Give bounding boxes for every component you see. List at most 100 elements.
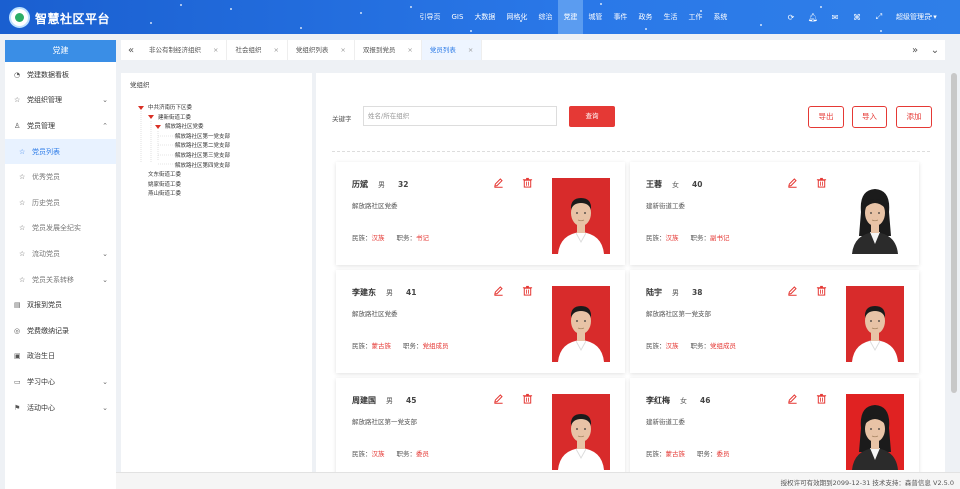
member-photo [846,178,904,254]
org-tree-node[interactable]: 燕山街道工委 [148,189,181,197]
close-icon[interactable]: × [340,46,345,54]
nav-item[interactable]: 引导页 [414,0,446,34]
chevron-down-icon: ⌄ [102,403,108,412]
org-tree-node[interactable]: 中共济南历下区委 [138,103,192,111]
edit-icon[interactable] [787,285,798,296]
close-icon[interactable]: × [468,46,473,54]
org-tree-node[interactable]: 解放路社区第四党支部 [175,161,230,169]
delete-icon[interactable] [816,285,827,296]
org-tree-node[interactable]: 建新街道工委 [148,113,191,121]
sidebar-item[interactable]: ♙ 党员管理 ⌃ [5,113,116,139]
org-tree-node[interactable]: 解放路社区第一党支部 [175,132,230,140]
nav-item[interactable]: 政务 [633,0,658,34]
sidebar: 党建 ◔ 党建数据看板 ☆ 党组织管理 ⌄ ♙ 党员管理 ⌃ ☆ 党员列表 ☆ 优秀党员 ☆ 历史党员 ☆ 党… [5,40,116,489]
edit-icon[interactable] [493,393,504,404]
tab[interactable]: 非公有制经济组织 × [141,40,228,60]
export-button[interactable]: 导出 [808,106,844,128]
member-org: 解放路社区第一党支部 [352,418,417,426]
member-org: 建新街道工委 [646,202,685,210]
member-ethnicity: 汉族 [665,342,679,350]
edit-icon[interactable] [787,177,798,188]
nav-item[interactable]: 网格化 [501,0,533,34]
delete-icon[interactable] [522,285,533,296]
chat-icon[interactable]: ✉ [827,0,843,34]
member-card[interactable]: 王蓉 女 40 建新街道工委 民族：汉族 职务：副书记 [630,162,919,265]
close-icon[interactable]: × [213,46,218,54]
chevron-down-icon: ⌄ [102,275,108,284]
fullscreen-icon[interactable]: ⤢ [871,0,887,34]
sidebar-item[interactable]: ◔ 党建数据看板 [5,62,116,88]
tab[interactable]: 党员列表 × [421,40,483,60]
refresh-icon[interactable]: ⟳ [783,0,799,34]
org-tree-node-label: 解放路社区党委 [165,124,204,131]
sidebar-item[interactable]: ▤ 双报到党员 [5,292,116,318]
bell-icon[interactable]: 🔔︎ [805,0,821,34]
sidebar-item[interactable]: ☆ 党组织管理 ⌄ [5,88,116,114]
caret-down-icon[interactable] [148,115,154,120]
close-icon[interactable]: × [407,46,412,54]
app-logo[interactable] [9,7,30,28]
nav-item[interactable]: 生活 [658,0,683,34]
tab[interactable]: 党组织列表 × [288,40,355,60]
page-scrollbar[interactable] [951,73,957,393]
sidebar-item-label: 党员管理 [27,121,55,130]
member-age: 40 [692,180,703,189]
member-card[interactable]: 陆宇 男 38 解放路社区第一党支部 民族：汉族 职务：党组成员 [630,270,919,373]
delete-icon[interactable] [816,177,827,188]
sidebar-item[interactable]: ◎ 党费缴纳记录 [5,318,116,344]
caret-down-icon[interactable] [138,105,144,110]
org-tree-node[interactable]: 解放路社区党委 [155,122,204,130]
member-card[interactable]: 历斌 男 32 解放路社区党委 民族：汉族 职务：书记 [336,162,625,265]
org-tree-panel: 党组织 中共济南历下区委 建新街道工委 解放路社区党委 解放路社区第一党支部 解放路社区… [121,73,312,484]
add-button[interactable]: 添加 [896,106,932,128]
caret-down-icon[interactable] [155,124,161,129]
member-card[interactable]: 周建国 男 45 解放路社区第一党支部 民族：汉族 职务：委员 [336,378,625,481]
sidebar-item[interactable]: ☆ 党员列表 [5,138,116,165]
delete-icon[interactable] [816,393,827,404]
edit-icon[interactable] [493,285,504,296]
nav-item[interactable]: 工作 [683,0,708,34]
nav-item[interactable]: 党建 [557,0,583,34]
sidebar-item[interactable]: ☆ 优秀党员 [5,164,116,190]
sidebar-item[interactable]: ☆ 党员发展全纪实 [5,216,116,242]
nav-item[interactable]: GIS [446,0,469,34]
close-icon[interactable]: × [273,46,278,54]
user-name: 超级管理员 [896,13,931,21]
edit-icon[interactable] [787,393,798,404]
org-tree-node[interactable]: 文东街道工委 [148,170,181,178]
user-menu[interactable]: 超级管理员 ▾ [896,12,937,22]
member-photo [846,286,904,362]
org-tree-node-label: 文东街道工委 [148,172,182,179]
member-card[interactable]: 李红梅 女 46 建新街道工委 民族：蒙古族 职务：委员 [630,378,919,481]
edit-icon[interactable] [493,177,504,188]
sidebar-item[interactable]: ▣ 政治生日 [5,344,116,370]
nav-item[interactable]: 系统 [708,0,733,34]
sidebar-item[interactable]: ☆ 党员关系转移 ⌄ [5,267,116,293]
tab[interactable]: 双报到党员 × [355,40,422,60]
sidebar-item[interactable]: ☆ 历史党员 [5,190,116,216]
delete-icon[interactable] [522,177,533,188]
nav-item[interactable]: 综治 [533,0,558,34]
delete-icon[interactable] [522,393,533,404]
sidebar-item-label: 党组织管理 [27,96,62,105]
sidebar-item[interactable]: ⚑ 活动中心 ⌄ [5,395,116,421]
query-button[interactable]: 查询 [569,106,615,127]
nav-item[interactable]: 城管 [583,0,608,34]
sidebar-item[interactable]: ▭ 学习中心 ⌄ [5,369,116,395]
sidebar-item[interactable]: ☆ 流动党员 ⌄ [5,241,116,267]
member-card[interactable]: 李建东 男 41 解放路社区党委 民族：蒙古族 职务：党组成员 [336,270,625,373]
org-tree-node[interactable]: 解放路社区第二党支部 [175,141,230,149]
org-tree-node[interactable]: 解放路社区第三党支部 [175,151,230,159]
nav-item[interactable]: 事件 [608,0,633,34]
member-age: 41 [406,288,417,297]
org-tree-node[interactable]: 姚家街道工委 [148,180,181,188]
tab[interactable]: 社会组织 × [227,40,288,60]
keyword-input[interactable]: 姓名/所在组织 [363,106,557,126]
member-age: 38 [692,288,703,297]
import-button[interactable]: 导入 [852,106,887,128]
nav-item[interactable]: 大数据 [469,0,501,34]
tag-icon[interactable]: ⌘ [849,0,865,34]
tabs-scroll-right-icon[interactable]: » [905,45,925,56]
tabs-menu-chevron-icon[interactable]: ⌄ [925,45,945,56]
tabs-scroll-left-icon[interactable]: « [121,45,141,56]
